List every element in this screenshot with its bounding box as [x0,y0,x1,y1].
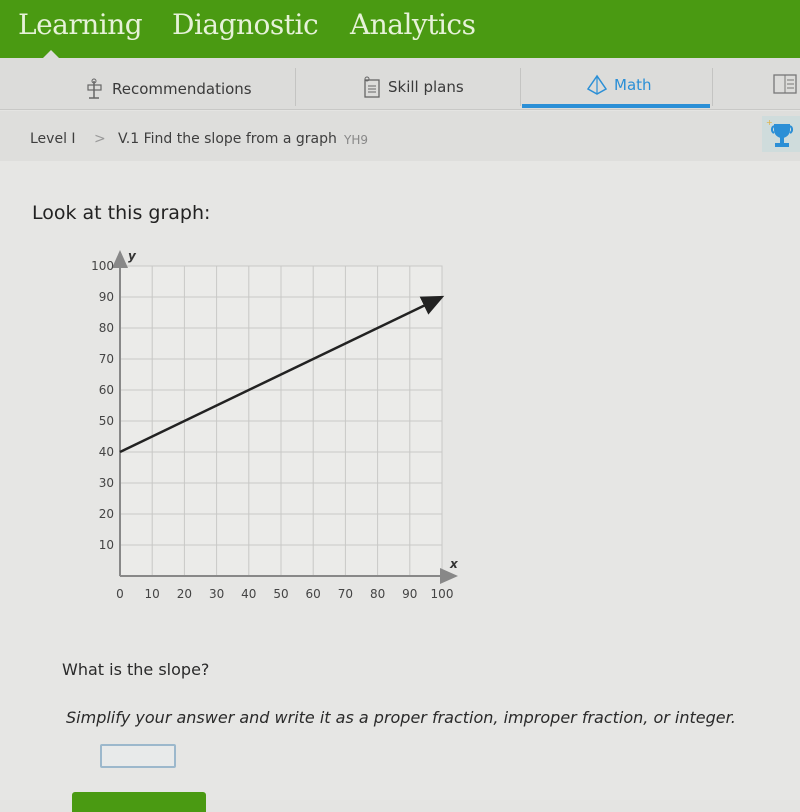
y-tick-label: 20 [99,507,114,521]
y-axis-label: y [128,249,137,263]
subnav-recommendations-label: Recommendations [112,80,252,98]
subnav-recommendations[interactable]: Recommendations [84,78,252,100]
x-tick-label: 70 [338,587,353,601]
y-tick-label: 90 [99,290,114,304]
x-tick-label: 30 [209,587,224,601]
y-tick-label: 30 [99,476,114,490]
divider [712,68,713,106]
problem-prompt: Look at this graph: [32,202,211,224]
subnav-math-label: Math [614,76,652,94]
question-text: What is the slope? [62,660,210,679]
x-tick-label: 10 [145,587,160,601]
clipboard-icon [364,76,380,98]
x-tick-label: 40 [241,587,256,601]
subnav-skill-plans[interactable]: Skill plans [362,76,464,98]
pyramid-icon [586,74,608,95]
y-tick-label: 40 [99,445,114,459]
skill-code: YH9 [344,133,368,147]
x-tick-label: 100 [431,587,454,601]
tab-diagnostic[interactable]: Diagnostic [172,8,319,41]
y-tick-label: 70 [99,352,114,366]
breadcrumb: Level I > V.1 Find the slope from a grap… [0,111,800,161]
breadcrumb-level[interactable]: Level I [30,131,76,147]
submit-button[interactable] [72,792,206,812]
tab-learning[interactable]: Learning [18,8,143,41]
x-tick-label: 50 [273,587,288,601]
subnav-book[interactable] [772,72,798,96]
y-tick-label: 10 [99,538,114,552]
breadcrumb-skill: V.1 Find the slope from a graph [118,131,337,147]
signpost-icon [87,78,102,99]
award-button[interactable]: + [762,116,800,152]
x-tick-label: 80 [370,587,385,601]
active-subnav-underline [522,104,710,108]
slope-graph: 0 10 20 30 40 50 60 70 80 90 100 10 20 30 40 50 60 70 80 90… [91,249,459,601]
breadcrumb-separator: > [94,131,106,147]
subnav-math[interactable]: Math [586,74,652,96]
top-nav: Learning Diagnostic Analytics [0,0,800,59]
y-tick-label: 50 [99,414,114,428]
svg-text:+: + [766,118,773,127]
x-tick-label: 90 [402,587,417,601]
instructions-text: Simplify your answer and write it as a p… [66,708,736,727]
sub-nav: Recommendations Skill plans Math [0,58,800,110]
x-axis-label: x [449,557,459,571]
book-icon [773,74,797,94]
tab-analytics[interactable]: Analytics [350,8,476,41]
x-tick-label: 60 [306,587,321,601]
x-tick-label: 20 [177,587,192,601]
y-tick-label: 60 [99,383,114,397]
divider [520,68,521,106]
divider [295,68,296,106]
trophy-icon: + [766,118,794,147]
x-tick-label: 0 [116,587,124,601]
answer-input[interactable] [100,744,176,768]
y-tick-label: 80 [99,321,114,335]
subnav-skill-plans-label: Skill plans [388,78,464,96]
y-tick-label: 100 [91,259,114,273]
